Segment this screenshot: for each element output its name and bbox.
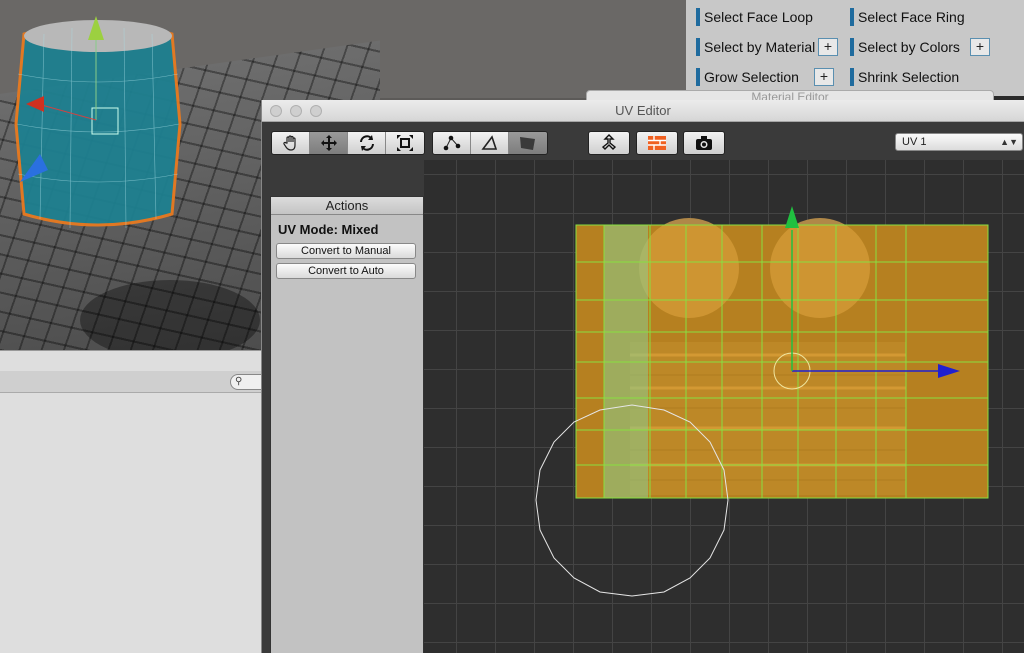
uv-channel-value: UV 1 xyxy=(902,136,927,148)
grow-selection-button[interactable]: Grow Selection xyxy=(692,65,799,89)
screenshot-icon[interactable] xyxy=(683,131,725,155)
uv-editor-window: UV Editor UV 1 ▲▼ Actions UV Mode: Mixed… xyxy=(261,100,1024,653)
hand-icon[interactable] xyxy=(272,132,310,154)
uv-editor-title: UV Editor xyxy=(615,103,671,118)
tool-handle-group xyxy=(271,131,425,155)
y-axis-handle[interactable] xyxy=(785,206,799,228)
uv-toolbar: UV 1 ▲▼ xyxy=(262,122,1024,160)
actions-panel: Actions UV Mode: Mixed Convert to Manual… xyxy=(270,196,424,653)
element-mode-group xyxy=(432,131,548,155)
edge-icon[interactable] xyxy=(471,132,509,154)
shrink-selection-button[interactable]: Shrink Selection xyxy=(846,65,959,89)
face-icon[interactable] xyxy=(509,132,547,154)
search-icon[interactable]: ⚲ xyxy=(230,374,262,390)
render-uv-icon[interactable] xyxy=(636,131,678,155)
select-face-ring-button[interactable]: Select Face Ring xyxy=(846,5,965,29)
hierarchy-panel: ⚲ xyxy=(0,350,262,653)
select-face-loop-button[interactable]: Select Face Loop xyxy=(692,5,813,29)
scale-icon[interactable] xyxy=(386,132,424,154)
vertex-icon[interactable] xyxy=(433,132,471,154)
select-by-colors-button[interactable]: Select by Colors xyxy=(846,35,960,59)
actions-header: Actions xyxy=(271,197,423,215)
rotate-icon[interactable] xyxy=(348,132,386,154)
panel-tab-bar: ⚲ xyxy=(0,371,262,393)
convert-to-auto-button[interactable]: Convert to Auto xyxy=(276,263,416,279)
uv-canvas[interactable] xyxy=(424,160,1024,653)
uv-editor-titlebar[interactable]: UV Editor xyxy=(262,100,1024,122)
select-by-material-options-button[interactable]: + xyxy=(818,38,838,56)
chevron-updown-icon: ▲▼ xyxy=(1000,137,1018,147)
auto-unwrap-icon[interactable] xyxy=(588,131,630,155)
uv-layout xyxy=(535,206,989,597)
convert-to-manual-button[interactable]: Convert to Manual xyxy=(276,243,416,259)
probuilder-panel: Select Face Loop Select Face Ring Select… xyxy=(686,0,1024,96)
uv-channel-dropdown[interactable]: UV 1 ▲▼ xyxy=(895,133,1023,151)
ground-shadow xyxy=(80,280,260,350)
select-by-colors-options-button[interactable]: + xyxy=(970,38,990,56)
move-icon[interactable] xyxy=(310,132,348,154)
uv-mode-label: UV Mode: Mixed xyxy=(278,222,379,237)
grow-selection-options-button[interactable]: + xyxy=(814,68,834,86)
select-by-material-button[interactable]: Select by Material xyxy=(692,35,815,59)
barrel-mesh[interactable] xyxy=(14,14,182,236)
